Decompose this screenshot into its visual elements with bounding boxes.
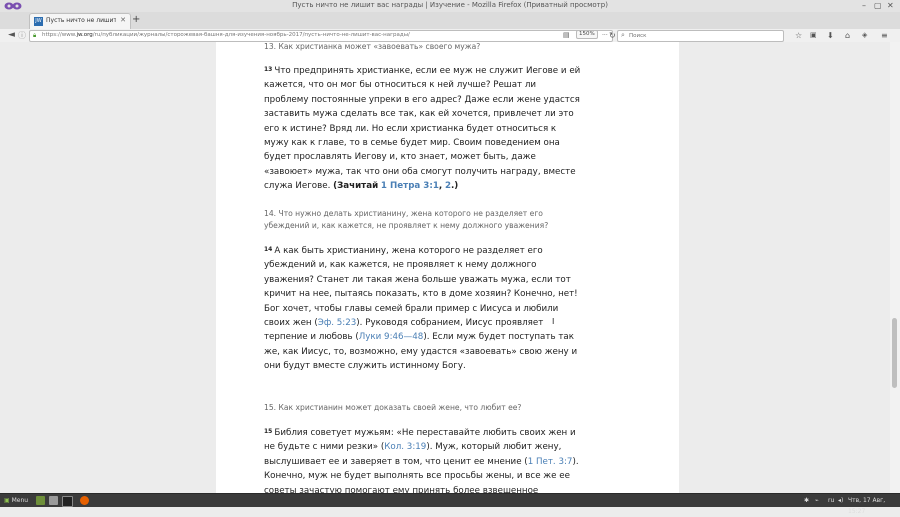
paragraph-number: 14 bbox=[264, 246, 273, 253]
paragraph-13: 13 Что предпринять христианке, если ее му… bbox=[264, 66, 581, 192]
home-icon[interactable]: ⌂ bbox=[845, 29, 850, 42]
window-title: Пусть ничто не лишит вас награды | Изуче… bbox=[292, 1, 608, 9]
keyboard-layout[interactable]: ru bbox=[828, 495, 834, 506]
reader-view-icon[interactable]: ▤ bbox=[563, 29, 570, 42]
console-icon[interactable] bbox=[62, 496, 73, 507]
volume-icon[interactable]: ◂) bbox=[838, 495, 843, 506]
hamburger-menu-icon[interactable]: ≡ bbox=[881, 29, 888, 42]
pocket-icon[interactable]: ◈ bbox=[862, 29, 867, 42]
scripture-link[interactable]: Кол. 3:19 bbox=[384, 442, 426, 452]
scripture-link[interactable]: 1 Пет. 3:7 bbox=[528, 457, 573, 467]
paragraph-number: 13 bbox=[264, 66, 273, 73]
question-15: 15. Как христианин может доказать своей … bbox=[264, 403, 522, 412]
window-titlebar: Пусть ничто не лишит вас награды | Изуче… bbox=[0, 0, 900, 12]
tab-title: Пусть ничто не лишит вас bbox=[46, 17, 116, 24]
start-menu-button[interactable]: ▣ Menu bbox=[4, 495, 28, 506]
scripture-link[interactable]: Эф. 5:23 bbox=[318, 318, 357, 328]
scrollbar-thumb[interactable] bbox=[892, 318, 897, 388]
paragraph-14: 14 А как быть христианину, жена которого … bbox=[264, 246, 578, 372]
page-viewport: 13. Как христианка может «завоевать» сво… bbox=[0, 42, 890, 493]
url-bar[interactable]: 🔒︎ https://www.jw.org/ru/публикации/журн… bbox=[29, 30, 613, 42]
info-icon[interactable]: ⓘ bbox=[18, 29, 26, 42]
question-13: 13. Как христианка может «завоевать» сво… bbox=[264, 42, 481, 51]
paragraph-number: 15 bbox=[264, 428, 273, 435]
question-14: 14. Что нужно делать христианину, жена к… bbox=[264, 209, 549, 230]
firefox-icon[interactable] bbox=[80, 496, 89, 505]
page-scrollbar[interactable] bbox=[890, 42, 900, 493]
minimize-icon[interactable]: – bbox=[862, 1, 866, 11]
close-window-icon[interactable]: ✕ bbox=[887, 1, 894, 11]
search-bar[interactable]: ⌕ bbox=[617, 30, 784, 42]
mint-logo-icon: ▣ bbox=[4, 497, 10, 504]
lock-icon: 🔒︎ bbox=[33, 32, 37, 39]
search-icon: ⌕ bbox=[621, 31, 625, 39]
clock[interactable]: Чтв, 17 Авг, 15:27 bbox=[848, 495, 900, 517]
text-cursor-icon: I bbox=[552, 317, 555, 326]
tab-bar: JW Пусть ничто не лишит вас ✕ + bbox=[0, 12, 900, 30]
tab-active[interactable]: JW Пусть ничто не лишит вас ✕ bbox=[29, 13, 131, 30]
library-icon[interactable]: ▣ bbox=[810, 29, 817, 42]
back-arrow-icon[interactable]: ◄ bbox=[8, 29, 15, 42]
download-icon[interactable]: ⬇ bbox=[827, 29, 834, 42]
bluetooth-icon[interactable]: ✱ bbox=[804, 495, 809, 506]
maximize-icon[interactable]: ▢ bbox=[874, 1, 882, 11]
paragraph-15: 15 Библия советует мужьям: «Не переставай… bbox=[264, 428, 579, 493]
bookmark-star-icon[interactable]: ☆ bbox=[795, 29, 802, 42]
close-tab-icon[interactable]: ✕ bbox=[120, 16, 126, 24]
url-text[interactable]: https://www.jw.org/ru/публикации/журналы… bbox=[42, 32, 410, 38]
jw-favicon-icon: JW bbox=[34, 17, 43, 26]
scripture-link[interactable]: Луки 9:46—48 bbox=[359, 332, 424, 342]
show-desktop-icon[interactable] bbox=[36, 496, 45, 505]
navigation-toolbar: ◄ ⓘ 🔒︎ https://www.jw.org/ru/публикации/… bbox=[0, 29, 900, 43]
search-input[interactable] bbox=[629, 31, 779, 40]
reload-icon[interactable]: ↻ bbox=[609, 29, 616, 42]
desktop-taskbar: ▣ Menu ✱ ⌁ ru ◂) Чтв, 17 Авг, 15:27 bbox=[0, 493, 900, 515]
terminal-icon[interactable] bbox=[49, 496, 58, 505]
zoom-level[interactable]: 150% bbox=[576, 30, 598, 39]
new-tab-icon[interactable]: + bbox=[132, 14, 140, 26]
page-actions-icon[interactable]: ··· bbox=[602, 29, 608, 42]
network-icon[interactable]: ⌁ bbox=[815, 495, 819, 506]
article-column: 13. Как христианка может «завоевать» сво… bbox=[216, 42, 679, 493]
scripture-link[interactable]: 1 Петра 3:1 bbox=[381, 181, 439, 191]
